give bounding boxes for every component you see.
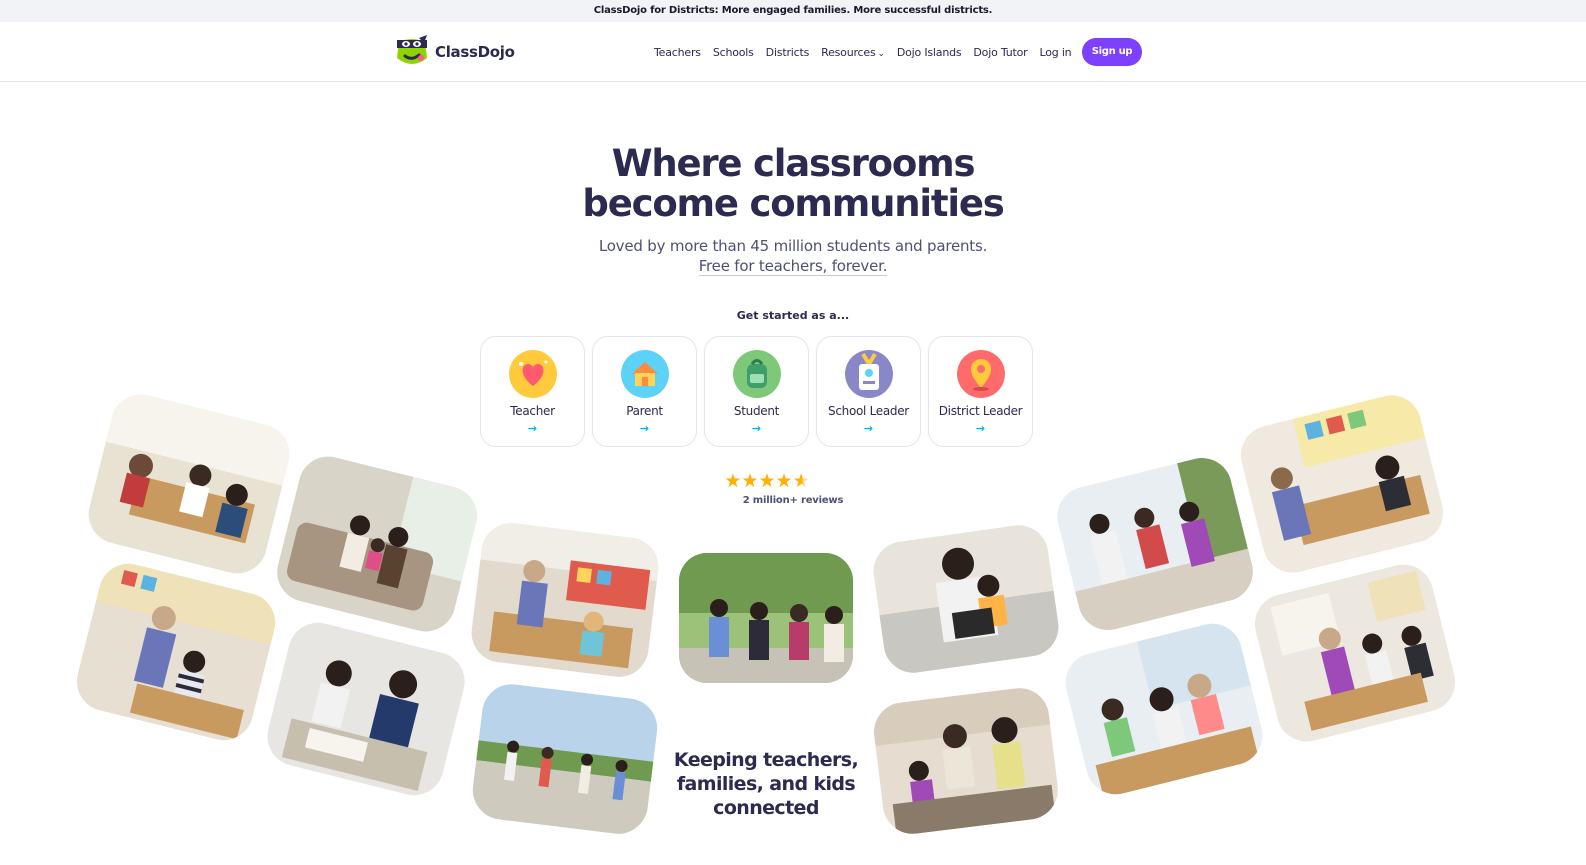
top-navigation-bar: ClassDojo Teachers Schools Districts Res… <box>0 22 1586 82</box>
role-label-district-leader: District Leader <box>938 404 1023 418</box>
classroom-photo-kids-laughing <box>1059 617 1269 801</box>
hero-title-line2: become communities <box>582 182 1004 225</box>
classroom-photo-teacher-helping <box>468 519 662 681</box>
arrow-right-icon: → <box>751 422 762 435</box>
arrow-right-icon: → <box>863 422 874 435</box>
house-icon <box>620 350 669 398</box>
dojo-monster-icon <box>393 34 431 70</box>
nav-link-dojo-islands[interactable]: Dojo Islands <box>897 46 962 59</box>
star-rating: ★★★★★ <box>712 470 822 492</box>
students-photo-field <box>469 680 661 838</box>
role-label-school-leader: School Leader <box>828 404 909 418</box>
role-label-teacher: Teacher <box>510 404 555 418</box>
tagline: Keeping teachers, families, and kids con… <box>666 748 866 820</box>
role-label-student: Student <box>733 404 780 418</box>
role-label-parent: Parent <box>626 404 663 418</box>
arrow-right-icon: → <box>527 422 538 435</box>
family-photo-kitchen <box>870 684 1062 838</box>
star-icon: ★ <box>775 470 793 492</box>
hero-subtitle-line1: Loved by more than 45 million students a… <box>598 237 988 255</box>
chevron-down-icon: ⌄ <box>877 48 886 59</box>
get-started-heading: Get started as a... <box>736 309 850 322</box>
arrow-right-icon: → <box>639 422 650 435</box>
nav-link-resources[interactable]: Resources ⌄ <box>821 46 885 59</box>
main-nav: Teachers Schools Districts Resources ⌄ Do… <box>654 38 1083 66</box>
star-icon: ★ <box>741 470 759 492</box>
brand-name: ClassDojo <box>435 43 515 61</box>
tagline-line2: families, and kids <box>676 773 856 795</box>
hero-title: Where classrooms become communities <box>0 144 1586 224</box>
heart-icon <box>508 350 557 398</box>
role-card-teacher[interactable]: Teacher → <box>480 336 585 447</box>
hero-subtitle: Loved by more than 45 million students a… <box>0 236 1586 276</box>
role-card-parent[interactable]: Parent → <box>592 336 697 447</box>
top-announcement-banner[interactable]: ClassDojo for Districts: More engaged fa… <box>0 0 1586 22</box>
tagline-line3: connected <box>713 797 819 819</box>
nav-link-schools[interactable]: Schools <box>713 46 754 59</box>
nav-link-resources-label: Resources <box>821 45 876 59</box>
nav-link-dojo-tutor[interactable]: Dojo Tutor <box>973 46 1027 59</box>
signup-button[interactable]: Sign up <box>1082 38 1142 66</box>
map-pin-icon <box>956 350 1005 398</box>
students-photo-walking-school <box>679 553 853 683</box>
nav-link-teachers[interactable]: Teachers <box>654 46 701 59</box>
classdojo-logo[interactable]: ClassDojo <box>393 34 515 70</box>
star-icon: ★ <box>724 470 742 492</box>
role-card-student[interactable]: Student → <box>704 336 809 447</box>
classroom-photo-teacher-student <box>70 557 282 747</box>
half-star-icon: ★ <box>792 470 810 492</box>
backpack-icon <box>732 350 781 398</box>
star-icon: ★ <box>758 470 776 492</box>
classroom-photo-group-table <box>82 388 296 580</box>
students-photo-reading <box>261 616 471 802</box>
arrow-right-icon: → <box>975 422 986 435</box>
login-link[interactable]: Log in <box>1039 46 1071 59</box>
id-badge-icon <box>844 350 893 398</box>
classroom-photo-teacher-board <box>1248 558 1462 748</box>
classroom-photo-kids-playing <box>1050 451 1260 637</box>
role-card-school-leader[interactable]: School Leader → <box>816 336 921 447</box>
classroom-photo-art-table <box>1234 388 1450 580</box>
hero-title-line1: Where classrooms <box>611 142 976 185</box>
nav-link-districts[interactable]: Districts <box>766 46 810 59</box>
family-photo-couch <box>270 450 484 638</box>
role-card-district-leader[interactable]: District Leader → <box>928 336 1033 447</box>
hero-subtitle-line2: Free for teachers, forever. <box>698 257 888 276</box>
parent-photo-tablet <box>869 521 1063 677</box>
tagline-line1: Keeping teachers, <box>673 749 859 771</box>
